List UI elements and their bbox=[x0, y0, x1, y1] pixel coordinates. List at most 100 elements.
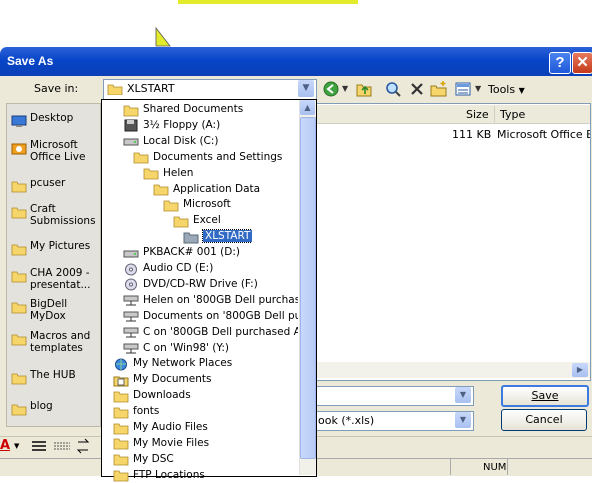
dropdown-item[interactable]: Shared Documents bbox=[123, 101, 243, 117]
dropdown-item[interactable]: Documents and Settings bbox=[133, 149, 282, 165]
place-label: Desktop bbox=[30, 112, 74, 124]
floppy-icon bbox=[123, 119, 138, 132]
dropdown-item[interactable]: Excel bbox=[173, 212, 221, 228]
dialog-title: Save As bbox=[7, 54, 54, 68]
views-icon[interactable] bbox=[454, 80, 472, 98]
dropdown-item-label: Microsoft bbox=[183, 198, 231, 211]
column-header-size[interactable]: Size bbox=[466, 108, 489, 121]
dropdown-item-label: XLSTART bbox=[201, 229, 253, 244]
chevron-down-icon[interactable]: ▼ bbox=[455, 412, 471, 428]
dropdown-item-label: My Documents bbox=[133, 373, 212, 386]
dropdown-item[interactable]: Documents on '800GB Dell pu... bbox=[123, 308, 298, 324]
dropdown-item[interactable]: Local Disk (C:) bbox=[123, 133, 219, 149]
dropdown-scroll-thumb[interactable] bbox=[300, 117, 316, 459]
folder-icon bbox=[113, 453, 129, 466]
folder-icon bbox=[143, 167, 159, 180]
folder-open-icon bbox=[183, 231, 199, 244]
folder-icon bbox=[11, 270, 27, 283]
dropdown-item-label: Local Disk (C:) bbox=[143, 134, 219, 147]
dropdown-item-label: My Audio Files bbox=[133, 421, 208, 433]
dropdown-item[interactable]: My Movie Files bbox=[113, 435, 209, 451]
folder-icon bbox=[107, 84, 123, 95]
cd-icon bbox=[123, 263, 137, 275]
font-color-icon[interactable]: A bbox=[0, 438, 10, 453]
dropdown-item-label: C on '800GB Dell purchased A... bbox=[143, 325, 298, 338]
dropdown-item[interactable]: 3½ Floppy (A:) bbox=[123, 117, 220, 133]
delete-icon[interactable] bbox=[408, 80, 426, 98]
folder-icon bbox=[11, 301, 27, 314]
scroll-up-icon[interactable]: ▲ bbox=[300, 100, 315, 115]
drive-icon bbox=[123, 135, 139, 146]
file-name-input[interactable] bbox=[316, 386, 474, 406]
help-button[interactable]: ? bbox=[549, 52, 571, 74]
cd-icon bbox=[123, 278, 137, 291]
new-folder-icon[interactable] bbox=[430, 80, 448, 98]
title-bar bbox=[0, 47, 592, 76]
dropdown-item[interactable]: My Network Places bbox=[113, 355, 232, 371]
dropdown-item[interactable]: C on 'Win98' (Y:) bbox=[123, 340, 229, 356]
desktop-icon bbox=[11, 115, 27, 127]
dropdown-item[interactable]: Application Data bbox=[153, 181, 260, 197]
dropdown-item-label: PKBACK# 001 (D:) bbox=[143, 246, 240, 259]
up-folder-icon[interactable] bbox=[355, 80, 373, 98]
dropdown-item[interactable]: Audio CD (E:) bbox=[123, 260, 213, 276]
dropdown-item[interactable]: Microsoft bbox=[163, 196, 231, 212]
dropdown-item-label: My Network Places bbox=[133, 357, 233, 370]
folder-icon bbox=[11, 180, 27, 193]
chevron-down-icon[interactable]: ▼ bbox=[298, 80, 314, 97]
dropdown-item[interactable]: My DSC bbox=[113, 451, 174, 467]
num-lock-indicator: NUM bbox=[483, 462, 507, 473]
dropdown-item-label: fonts bbox=[133, 405, 160, 418]
dropdown-item-label: 3½ Floppy (A:) bbox=[143, 118, 221, 131]
folder-icon bbox=[113, 390, 129, 403]
dropdown-item-label: Audio CD (E:) bbox=[143, 262, 214, 274]
place-label: Microsoft Office Live bbox=[30, 139, 86, 163]
folder-icon bbox=[113, 437, 129, 450]
dropdown-item[interactable]: My Audio Files bbox=[113, 419, 208, 435]
file-list[interactable] bbox=[316, 103, 591, 381]
office-live-icon bbox=[11, 142, 27, 155]
dropdown-item[interactable]: Helen on '800GB Dell purchas... bbox=[123, 292, 298, 308]
dropdown-item-label: Documents and Settings bbox=[153, 150, 283, 163]
dropdown-item-label: Documents on '800GB Dell pu... bbox=[143, 309, 298, 322]
close-button[interactable]: ✕ bbox=[572, 52, 592, 74]
dropdown-item-label: Helen on '800GB Dell purchas... bbox=[143, 293, 298, 306]
dropdown-item[interactable]: PKBACK# 001 (D:) bbox=[123, 244, 240, 260]
chevron-down-icon[interactable]: ▼ bbox=[455, 387, 471, 403]
horizontal-scrollbar[interactable] bbox=[316, 362, 590, 378]
dropdown-item[interactable]: Downloads bbox=[113, 387, 191, 403]
dropdown-item[interactable]: C on '800GB Dell purchased A... bbox=[123, 324, 298, 340]
place-label: The HUB bbox=[30, 369, 76, 381]
tools-menu[interactable]: Tools ▼ bbox=[488, 83, 525, 96]
font-color-dropdown-icon[interactable]: ▼ bbox=[14, 442, 19, 450]
save-in-value: XLSTART bbox=[127, 82, 175, 95]
column-divider bbox=[494, 106, 495, 122]
dropdown-item[interactable]: Helen bbox=[143, 165, 193, 181]
scroll-right-icon[interactable]: ▶ bbox=[572, 363, 588, 377]
column-header-type[interactable]: Type bbox=[500, 108, 525, 121]
file-list-header bbox=[316, 105, 590, 124]
folder-icon bbox=[11, 333, 27, 346]
place-label: CHA 2009 - presentat... bbox=[30, 267, 91, 291]
cancel-button[interactable]: Cancel bbox=[501, 409, 587, 431]
dropdown-item[interactable]: My Documents bbox=[113, 371, 211, 387]
dropdown-item-label: Excel bbox=[193, 214, 221, 227]
folder-icon bbox=[163, 199, 179, 212]
dropdown-item[interactable]: XLSTART bbox=[183, 228, 253, 244]
back-dropdown-icon[interactable]: ▼ bbox=[342, 80, 348, 98]
folder-icon bbox=[113, 406, 129, 418]
back-icon[interactable] bbox=[322, 80, 340, 98]
dropdown-item[interactable]: fonts bbox=[113, 403, 159, 419]
save-button[interactable]: Save bbox=[501, 385, 589, 407]
network-icon bbox=[113, 358, 127, 371]
folder-icon bbox=[133, 151, 149, 164]
dropdown-item[interactable]: DVD/CD-RW Drive (F:) bbox=[123, 276, 258, 292]
network-drive-icon bbox=[123, 326, 139, 338]
views-dropdown-icon[interactable]: ▼ bbox=[475, 80, 481, 98]
place-label: BigDell MyDox bbox=[30, 298, 68, 322]
line-style-icons[interactable] bbox=[30, 438, 90, 454]
dropdown-item-label: DVD/CD-RW Drive (F:) bbox=[143, 277, 258, 290]
place-label: Craft Submissions bbox=[30, 203, 96, 227]
search-web-icon[interactable] bbox=[384, 80, 402, 98]
drive-icon bbox=[123, 247, 139, 258]
